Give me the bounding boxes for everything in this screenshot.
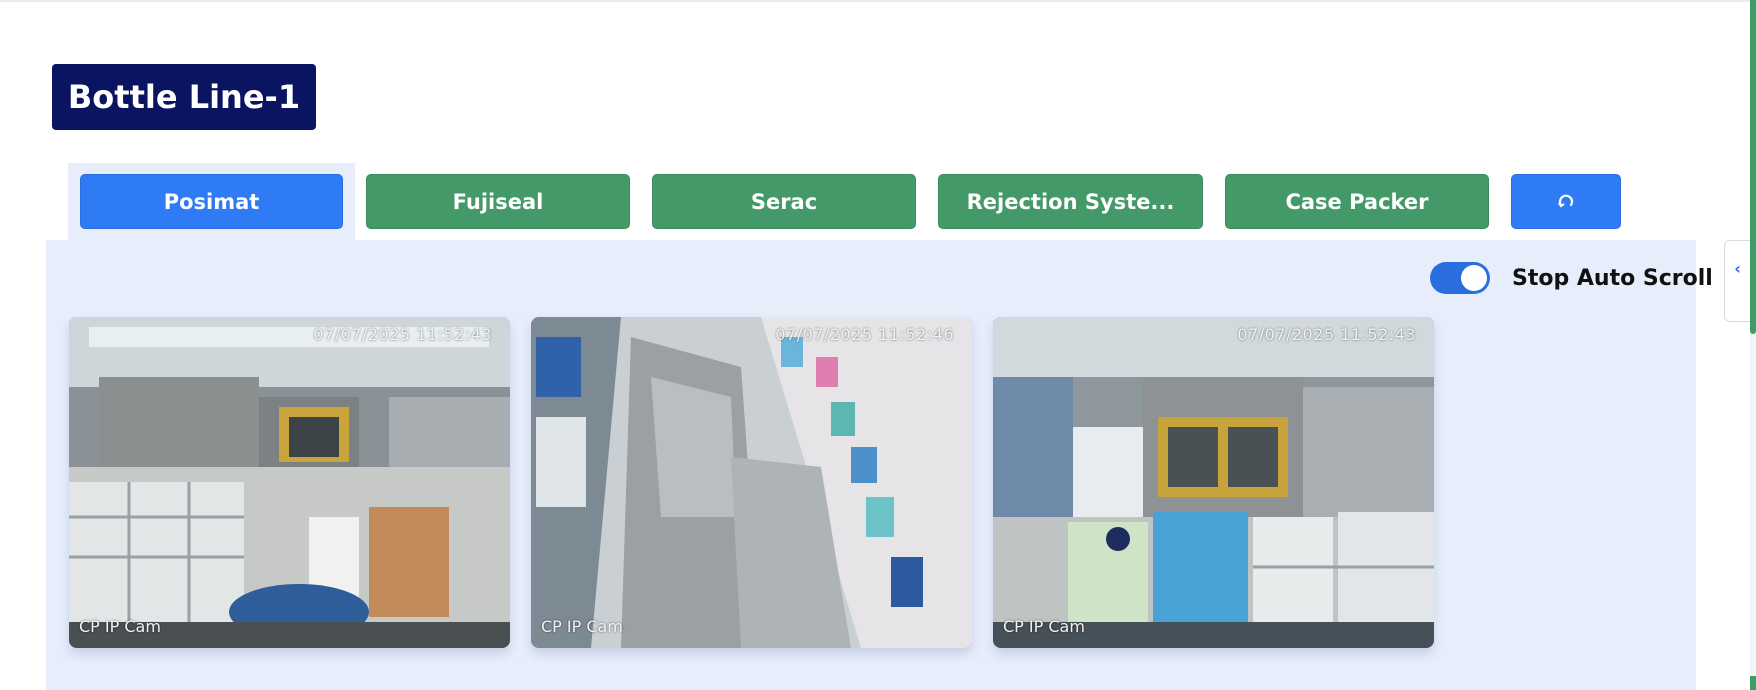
tab-label: Fujiseal — [452, 189, 544, 214]
tab-label: Posimat — [163, 189, 260, 214]
camera-feed-2[interactable]: 07/07/2025 11:52:46 CP IP Cam — [531, 317, 972, 648]
tab-case-packer[interactable]: Case Packer — [1225, 174, 1489, 229]
line-title: Bottle Line-1 — [52, 64, 316, 130]
line-title-text: Bottle Line-1 — [67, 78, 301, 116]
camera-name: CP IP Cam — [541, 617, 623, 636]
tab-fujiseal[interactable]: Fujiseal — [366, 174, 630, 229]
camera-feed-3[interactable]: 07/07/2025 11:52:43 CP IP Cam — [993, 317, 1434, 648]
tab-label: Case Packer — [1285, 189, 1429, 214]
page-scrollbar[interactable] — [1750, 0, 1756, 690]
camera-image — [993, 317, 1434, 648]
tab-label: Serac — [750, 189, 818, 214]
camera-timestamp: 07/07/2025 11:52:46 — [775, 325, 954, 344]
camera-timestamp: 07/07/2025 11:52:43 — [1237, 325, 1416, 344]
camera-image — [69, 317, 510, 648]
auto-scroll-toggle-label: Stop Auto Scroll — [1512, 266, 1713, 291]
chevron-left-icon: ‹ — [1734, 259, 1741, 278]
side-panel-toggle[interactable]: ‹ — [1724, 240, 1750, 322]
auto-scroll-toggle[interactable] — [1430, 262, 1490, 294]
tab-label: Rejection Syste... — [966, 189, 1175, 214]
refresh-button[interactable] — [1511, 174, 1621, 229]
camera-name: CP IP Cam — [1003, 617, 1085, 636]
top-border — [0, 0, 1756, 2]
tab-serac[interactable]: Serac — [652, 174, 916, 229]
camera-feed-1[interactable]: 07/07/2025 11:52:43 CP IP Cam — [69, 317, 510, 648]
scrollbar-thumb[interactable] — [1750, 0, 1756, 334]
camera-name: CP IP Cam — [79, 617, 161, 636]
toggle-knob — [1461, 265, 1487, 291]
camera-image — [531, 317, 972, 648]
tab-posimat[interactable]: Posimat — [80, 174, 343, 229]
refresh-icon — [1556, 192, 1576, 212]
tab-rejection-system[interactable]: Rejection Syste... — [938, 174, 1203, 229]
camera-timestamp: 07/07/2025 11:52:43 — [313, 325, 492, 344]
scrollbar-bottom — [1750, 676, 1756, 690]
